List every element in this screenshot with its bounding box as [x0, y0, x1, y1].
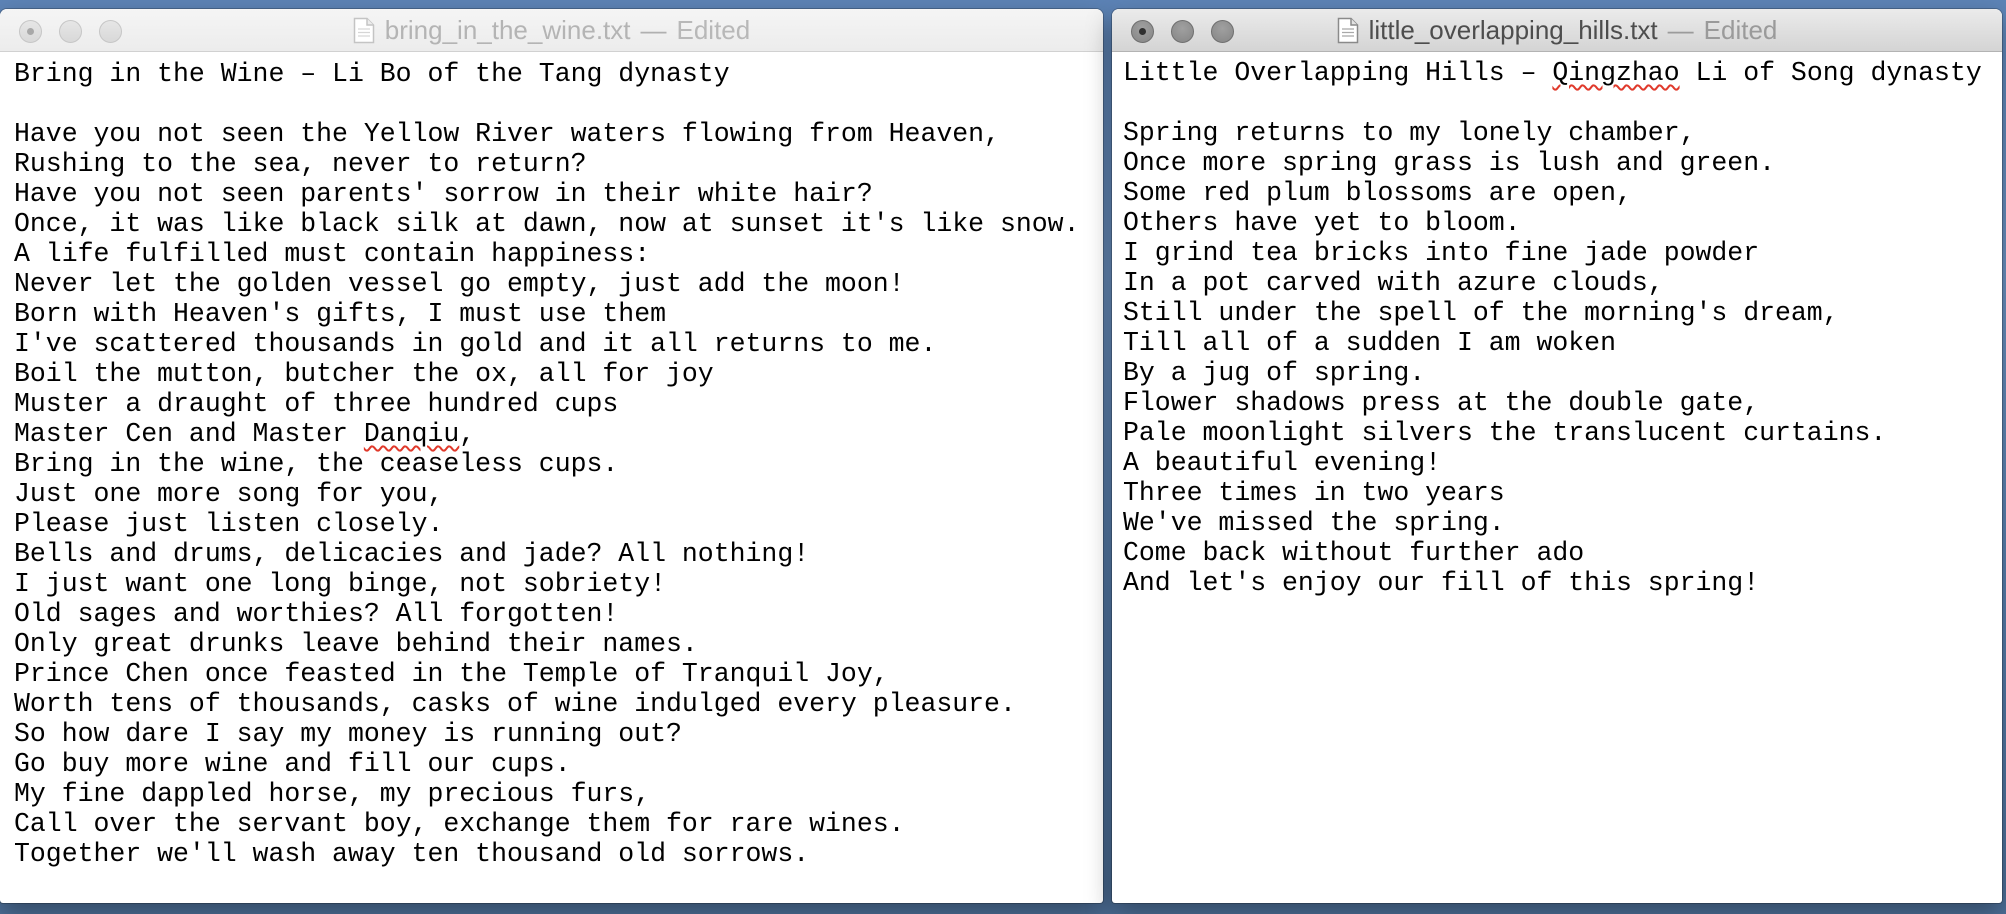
text-line: Bells and drums, delicacies and jade? Al… — [14, 539, 810, 569]
text-line: Go buy more wine and fill our cups. — [14, 749, 571, 779]
text-line: A beautiful evening! — [1123, 448, 1442, 478]
text-line: Little Overlapping Hills – Qingzhao Li o… — [1123, 58, 2002, 88]
text-line: Old sages and worthies? All forgotten! — [14, 599, 619, 629]
text-line: So how dare I say my money is running ou… — [14, 719, 682, 749]
misspelled-word[interactable]: Qingzhao — [1552, 58, 1679, 88]
textedit-window-little-overlapping-hills[interactable]: little_overlapping_hills.txt — Edited Li… — [1112, 9, 2002, 903]
text-line: I've scattered thousands in gold and it … — [14, 329, 937, 359]
text-line: My fine dappled horse, my precious furs, — [14, 779, 651, 809]
text-document-icon — [1337, 17, 1358, 44]
misspelled-word[interactable]: Danqiu — [364, 419, 459, 449]
textedit-window-bring-in-the-wine[interactable]: bring_in_the_wine.txt — Edited Bring in … — [0, 9, 1103, 903]
text-line: Three times in two years — [1123, 478, 1505, 508]
text-segment: Little Overlapping Hills – Qingzhao Li o… — [1123, 58, 1982, 88]
text-line: Others have yet to bloom. — [1123, 208, 1521, 238]
text-line: I grind tea bricks into fine jade powder — [1123, 238, 1760, 268]
text-editor-area[interactable]: Little Overlapping Hills – Qingzhao Li o… — [1112, 52, 2002, 903]
title-bar[interactable]: bring_in_the_wine.txt — Edited — [0, 9, 1103, 52]
text-line: Just one more song for you, — [14, 479, 444, 509]
text-line: Born with Heaven's gifts, I must use the… — [14, 299, 667, 329]
text-line — [14, 89, 1103, 119]
edited-status: Edited — [676, 15, 751, 45]
title-bar[interactable]: little_overlapping_hills.txt — Edited — [1112, 9, 2002, 52]
window-filename: little_overlapping_hills.txt — [1368, 15, 1658, 45]
window-title: little_overlapping_hills.txt — Edited — [1112, 9, 2002, 52]
text-line: Only great drunks leave behind their nam… — [14, 629, 698, 659]
text-line: Never let the golden vessel go empty, ju… — [14, 269, 905, 299]
title-separator: — — [640, 15, 667, 45]
text-line: Till all of a sudden I am woken — [1123, 328, 1616, 358]
text-line: Please just listen closely. — [14, 509, 444, 539]
text-document-icon — [353, 17, 375, 44]
text-line: Have you not seen the Yellow River water… — [14, 119, 1000, 149]
text-line: A life fulfilled must contain happiness: — [14, 239, 651, 269]
text-line: Together we'll wash away ten thousand ol… — [14, 839, 810, 869]
text-line: In a pot carved with azure clouds, — [1123, 268, 1664, 298]
window-title: bring_in_the_wine.txt — Edited — [0, 9, 1103, 52]
text-line: Boil the mutton, butcher the ox, all for… — [14, 359, 714, 389]
text-line: Pale moonlight silvers the translucent c… — [1123, 418, 1887, 448]
text-line: Call over the servant boy, exchange them… — [14, 809, 905, 839]
text-line: Flower shadows press at the double gate, — [1123, 388, 1760, 418]
text-line: Prince Chen once feasted in the Temple o… — [14, 659, 889, 689]
window-filename: bring_in_the_wine.txt — [384, 15, 631, 45]
text-line: By a jug of spring. — [1123, 358, 1426, 388]
text-line: Rushing to the sea, never to return? — [14, 149, 587, 179]
text-line: Spring returns to my lonely chamber, — [1123, 118, 1696, 148]
text-line: Once, it was like black silk at dawn, no… — [14, 209, 1080, 239]
text-line — [1123, 88, 2002, 118]
text-line: Come back without further ado — [1123, 538, 1585, 568]
text-line: Muster a draught of three hundred cups — [14, 389, 619, 419]
text-line: And let's enjoy our fill of this spring! — [1123, 568, 1760, 598]
text-line: Still under the spell of the morning's d… — [1123, 298, 1839, 328]
text-line: Have you not seen parents' sorrow in the… — [14, 179, 873, 209]
text-line: Master Cen and Master Danqiu, — [14, 419, 1103, 449]
text-line: Bring in the wine, the ceaseless cups. — [14, 449, 619, 479]
text-line: Some red plum blossoms are open, — [1123, 178, 1632, 208]
text-line: Once more spring grass is lush and green… — [1123, 148, 1776, 178]
text-line: I just want one long binge, not sobriety… — [14, 569, 667, 599]
text-line: We've missed the spring. — [1123, 508, 1505, 538]
edited-status: Edited — [1703, 15, 1778, 45]
text-line: Bring in the Wine – Li Bo of the Tang dy… — [14, 59, 730, 89]
text-line: Worth tens of thousands, casks of wine i… — [14, 689, 1016, 719]
title-separator: — — [1667, 15, 1694, 45]
text-editor-area[interactable]: Bring in the Wine – Li Bo of the Tang dy… — [0, 52, 1103, 903]
text-segment: Master Cen and Master Danqiu, — [14, 419, 476, 449]
